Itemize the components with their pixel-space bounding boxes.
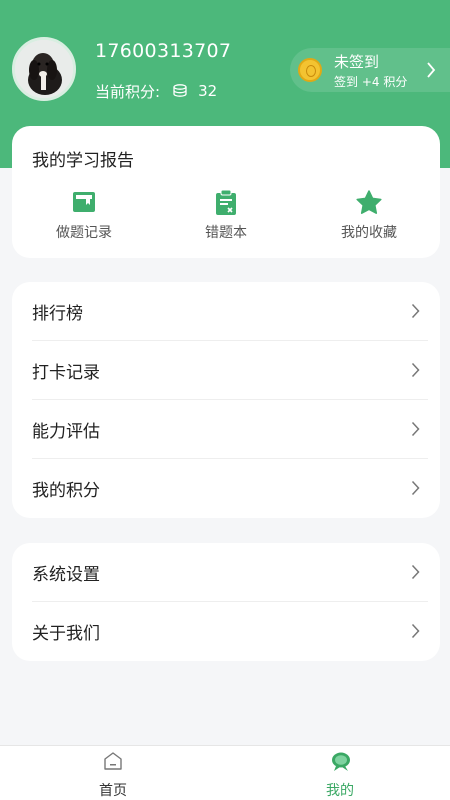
star-icon xyxy=(309,190,429,216)
points-value: 32 xyxy=(198,82,218,100)
shortcut-practice-record[interactable]: 做题记录 xyxy=(24,190,144,242)
points-row: 当前积分: 32 xyxy=(95,80,217,102)
signin-button[interactable]: 未签到 签到 +4 积分 xyxy=(290,48,450,92)
menu-group-settings: 系统设置 关于我们 xyxy=(12,543,440,661)
menu-item-label: 关于我们 xyxy=(32,624,100,644)
chevron-right-icon xyxy=(411,362,420,382)
menu-item-about-us[interactable]: 关于我们 xyxy=(32,602,428,661)
profile-chat-icon xyxy=(330,751,350,771)
wrong-book-icon xyxy=(166,190,286,216)
menu-item-label: 能力评估 xyxy=(32,421,100,442)
tab-label: 首页 xyxy=(99,783,127,799)
home-icon xyxy=(103,751,123,771)
chevron-right-icon xyxy=(411,303,420,323)
chevron-right-icon xyxy=(411,421,420,441)
medal-icon xyxy=(298,58,322,82)
signin-reward: 签到 +4 积分 xyxy=(334,75,408,89)
menu-item-label: 我的积分 xyxy=(32,481,100,501)
tab-label: 我的 xyxy=(326,783,354,799)
record-icon xyxy=(24,190,144,216)
shortcut-label: 我的收藏 xyxy=(341,225,397,241)
shortcut-label: 错题本 xyxy=(205,225,247,241)
menu-item-system-settings[interactable]: 系统设置 xyxy=(32,543,428,602)
tab-home[interactable]: 首页 xyxy=(63,746,163,800)
bottom-tab-bar: 首页 我的 xyxy=(0,745,450,800)
shortcut-wrong-book[interactable]: 错题本 xyxy=(166,190,286,242)
phone-number: 17600313707 xyxy=(95,40,232,62)
shortcut-favorites[interactable]: 我的收藏 xyxy=(309,190,429,242)
study-report-title: 我的学习报告 xyxy=(32,151,134,171)
menu-item-leaderboard[interactable]: 排行榜 xyxy=(32,282,428,341)
menu-item-label: 打卡记录 xyxy=(32,362,100,383)
menu-item-ability-assessment[interactable]: 能力评估 xyxy=(32,400,428,459)
chevron-right-icon xyxy=(411,564,420,584)
tab-mine[interactable]: 我的 xyxy=(290,746,390,800)
chevron-right-icon xyxy=(411,623,420,643)
menu-group-main: 排行榜 打卡记录 能力评估 我的积分 xyxy=(12,282,440,518)
menu-item-my-points[interactable]: 我的积分 xyxy=(32,459,428,518)
chevron-right-icon xyxy=(411,480,420,500)
menu-item-label: 系统设置 xyxy=(32,564,100,585)
avatar[interactable] xyxy=(12,37,76,101)
chevron-right-icon xyxy=(426,61,436,83)
coin-stack-icon xyxy=(172,83,188,99)
study-report-card: 我的学习报告 做题记录 错题本 我的收藏 xyxy=(12,126,440,258)
menu-item-checkin-record[interactable]: 打卡记录 xyxy=(32,341,428,400)
dog-avatar-image xyxy=(15,40,73,98)
shortcut-label: 做题记录 xyxy=(56,225,112,241)
menu-item-label: 排行榜 xyxy=(32,303,83,324)
points-label: 当前积分: xyxy=(95,82,161,101)
signin-status: 未签到 xyxy=(334,53,380,71)
